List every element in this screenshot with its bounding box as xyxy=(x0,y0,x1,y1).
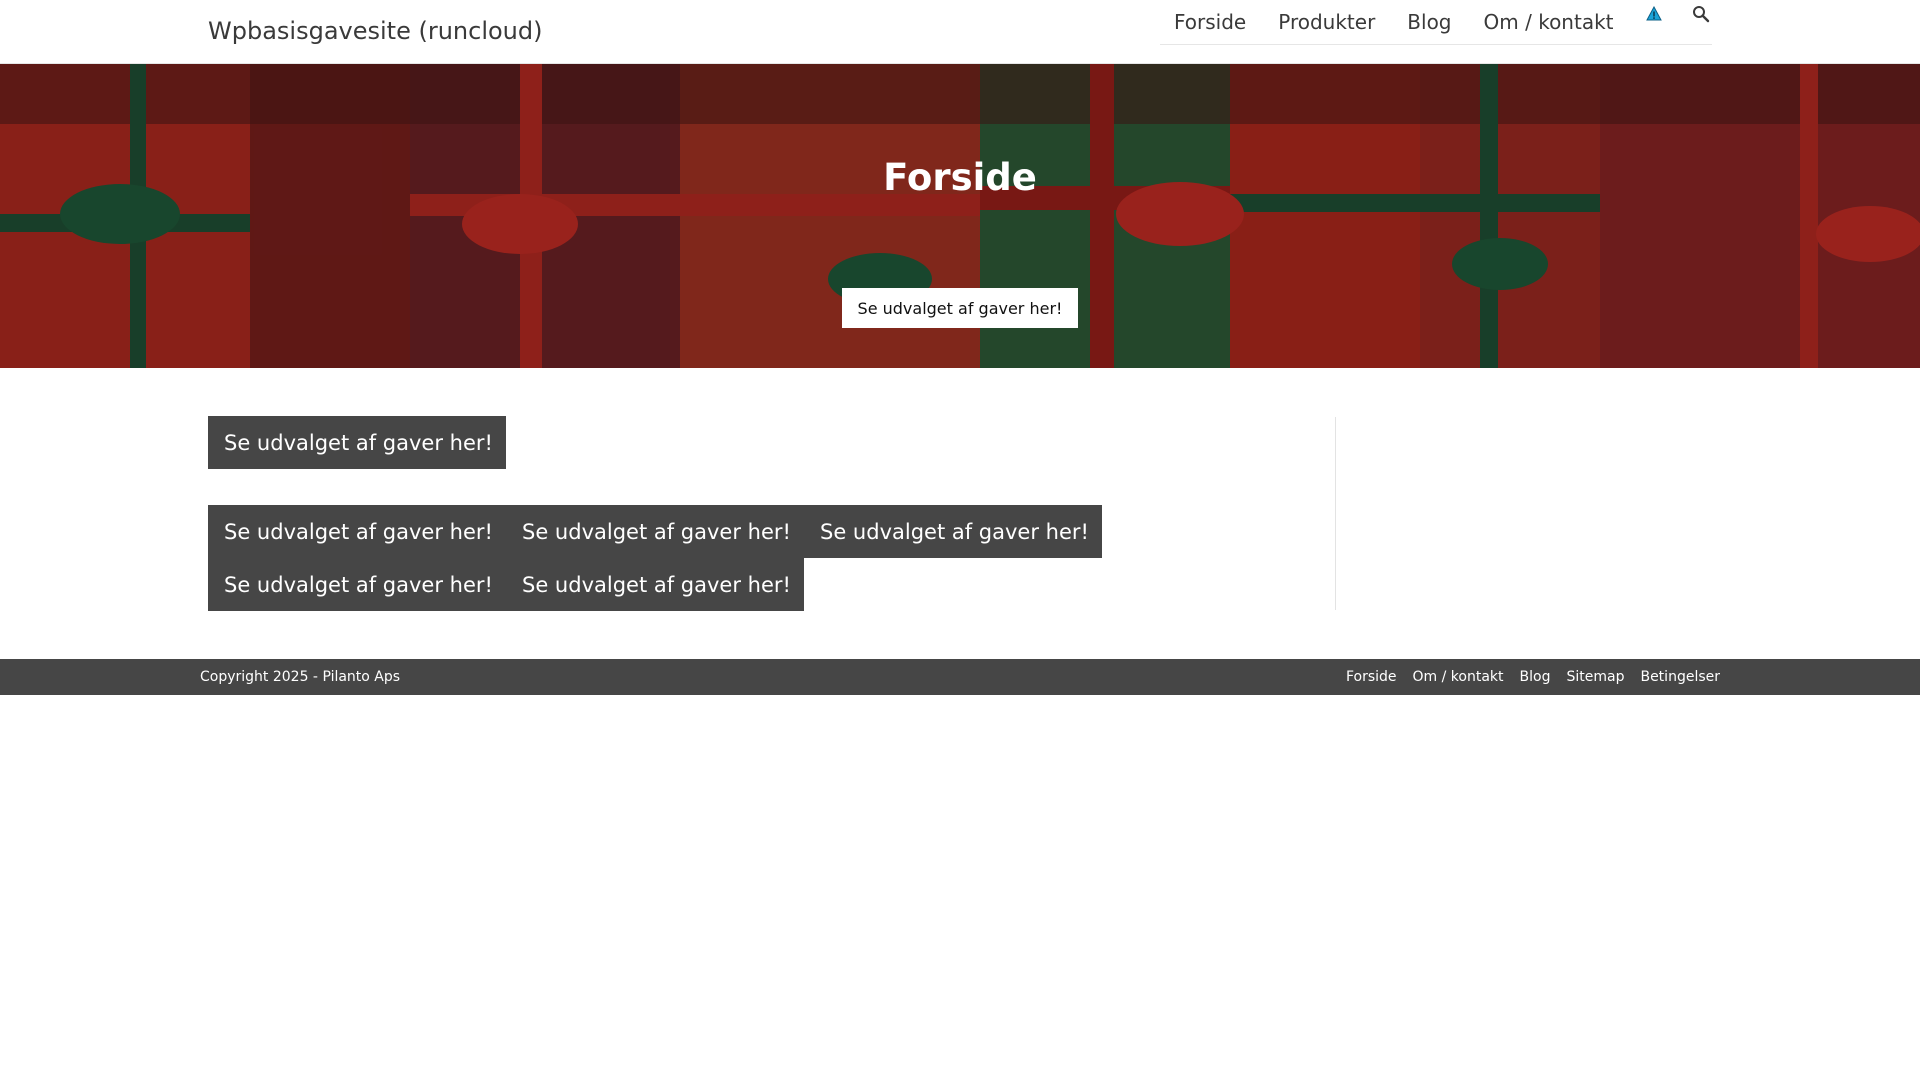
hero-title: Forside xyxy=(883,156,1037,199)
gifts-button[interactable]: Se udvalget af gaver her! xyxy=(506,505,804,558)
site-title[interactable]: Wpbasisgavesite (runcloud) xyxy=(208,17,542,45)
footer-nav: Forside Om / kontakt Blog Sitemap Beting… xyxy=(1330,669,1720,685)
site-footer: Copyright 2025 - Pilanto Aps Forside Om … xyxy=(0,659,1920,695)
footer-link-om-kontakt[interactable]: Om / kontakt xyxy=(1413,669,1504,685)
footer-link-forside[interactable]: Forside xyxy=(1346,669,1397,685)
gifts-button[interactable]: Se udvalget af gaver her! xyxy=(208,505,506,558)
site-header: Wpbasisgavesite (runcloud) Forside Produ… xyxy=(0,0,1920,64)
gifts-button[interactable]: Se udvalget af gaver her! xyxy=(804,505,1102,558)
nav-item-om-kontakt[interactable]: Om / kontakt xyxy=(1484,9,1614,35)
warning-icon[interactable] xyxy=(1643,3,1665,25)
gifts-button-grid: Se udvalget af gaver her! Se udvalget af… xyxy=(208,505,1108,611)
hero-banner: Forside Se udvalget af gaver her! xyxy=(0,64,1920,368)
nav-item-produkter[interactable]: Produkter xyxy=(1278,9,1375,35)
footer-link-blog[interactable]: Blog xyxy=(1520,669,1551,685)
footer-link-sitemap[interactable]: Sitemap xyxy=(1566,669,1624,685)
nav-item-blog[interactable]: Blog xyxy=(1407,9,1451,35)
sidebar-divider xyxy=(1335,417,1336,610)
nav-item-forside[interactable]: Forside xyxy=(1174,9,1246,35)
main-nav: Forside Produkter Blog Om / kontakt xyxy=(1160,0,1712,45)
gifts-button[interactable]: Se udvalget af gaver her! xyxy=(208,558,506,611)
copyright-text: Copyright 2025 - Pilanto Aps xyxy=(200,669,401,685)
footer-link-betingelser[interactable]: Betingelser xyxy=(1640,669,1720,685)
hero-cta-button[interactable]: Se udvalget af gaver her! xyxy=(842,288,1078,328)
search-icon[interactable] xyxy=(1690,3,1712,25)
gifts-button-primary[interactable]: Se udvalget af gaver her! xyxy=(208,416,506,469)
gifts-button[interactable]: Se udvalget af gaver her! xyxy=(506,558,804,611)
